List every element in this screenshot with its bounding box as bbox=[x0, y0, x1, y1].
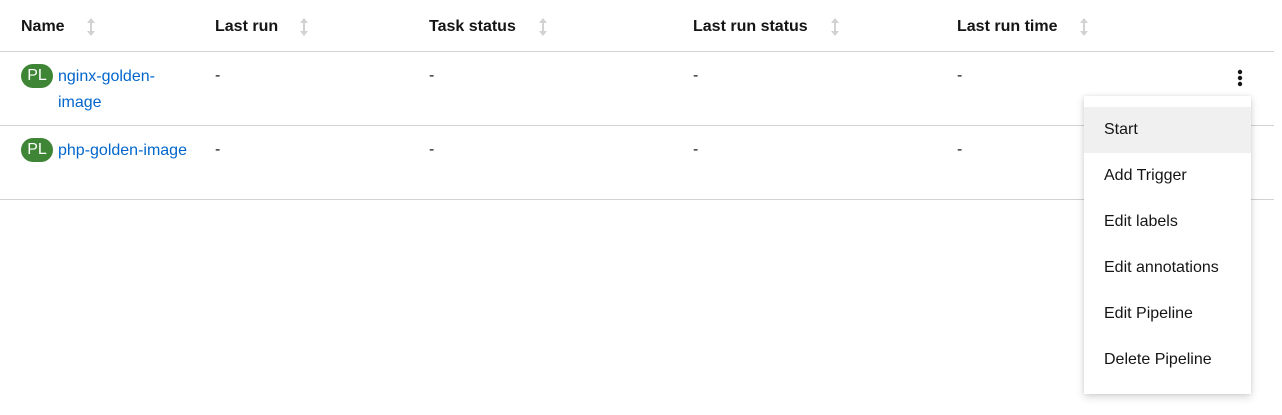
last-run-status-cell: - bbox=[693, 67, 699, 84]
column-header-label: Last run time bbox=[957, 18, 1058, 35]
menu-item-add-trigger[interactable]: Add Trigger bbox=[1084, 153, 1251, 199]
sort-arrows-icon[interactable] bbox=[86, 17, 96, 37]
column-header-label: Name bbox=[21, 18, 65, 35]
column-header-label: Task status bbox=[429, 18, 516, 35]
sort-arrows-icon[interactable] bbox=[1079, 17, 1089, 37]
table-header: Name Last run Task status Last run statu… bbox=[0, 0, 1274, 52]
column-header-name[interactable]: Name bbox=[21, 17, 96, 37]
column-header-last-run-time[interactable]: Last run time bbox=[957, 17, 1089, 37]
column-header-last-run-status[interactable]: Last run status bbox=[693, 17, 840, 37]
sort-arrows-icon[interactable] bbox=[538, 17, 548, 37]
last-run-status-cell: - bbox=[693, 141, 699, 158]
kebab-dropdown-menu: Start Add Trigger Edit labels Edit annot… bbox=[1084, 96, 1251, 394]
pipeline-badge: PL bbox=[21, 64, 53, 88]
pipeline-name-link[interactable]: nginx-golden-image bbox=[58, 64, 188, 116]
column-header-last-run[interactable]: Last run bbox=[215, 17, 309, 37]
last-run-time-cell: - bbox=[957, 141, 963, 158]
menu-item-delete-pipeline[interactable]: Delete Pipeline bbox=[1084, 337, 1251, 383]
pipeline-name-link[interactable]: php-golden-image bbox=[58, 138, 188, 164]
menu-item-edit-labels[interactable]: Edit labels bbox=[1084, 199, 1251, 245]
task-status-cell: - bbox=[429, 67, 435, 84]
column-header-label: Last run bbox=[215, 18, 279, 35]
menu-item-edit-annotations[interactable]: Edit annotations bbox=[1084, 245, 1251, 291]
last-run-time-cell: - bbox=[957, 67, 963, 84]
table-row: PL nginx-golden-image - - - - bbox=[0, 52, 1274, 126]
last-run-cell: - bbox=[215, 141, 221, 158]
pipeline-badge: PL bbox=[21, 138, 53, 162]
kebab-vertical-icon[interactable] bbox=[1228, 64, 1252, 92]
sort-arrows-icon[interactable] bbox=[830, 17, 840, 37]
menu-item-edit-pipeline[interactable]: Edit Pipeline bbox=[1084, 291, 1251, 337]
pipelines-table: Name Last run Task status Last run statu… bbox=[0, 0, 1274, 200]
sort-arrows-icon[interactable] bbox=[299, 17, 309, 37]
column-header-task-status[interactable]: Task status bbox=[429, 17, 548, 37]
menu-item-start[interactable]: Start bbox=[1084, 107, 1251, 153]
last-run-cell: - bbox=[215, 67, 221, 84]
task-status-cell: - bbox=[429, 141, 435, 158]
column-header-label: Last run status bbox=[693, 18, 808, 35]
table-row: PL php-golden-image - - - - bbox=[0, 126, 1274, 200]
